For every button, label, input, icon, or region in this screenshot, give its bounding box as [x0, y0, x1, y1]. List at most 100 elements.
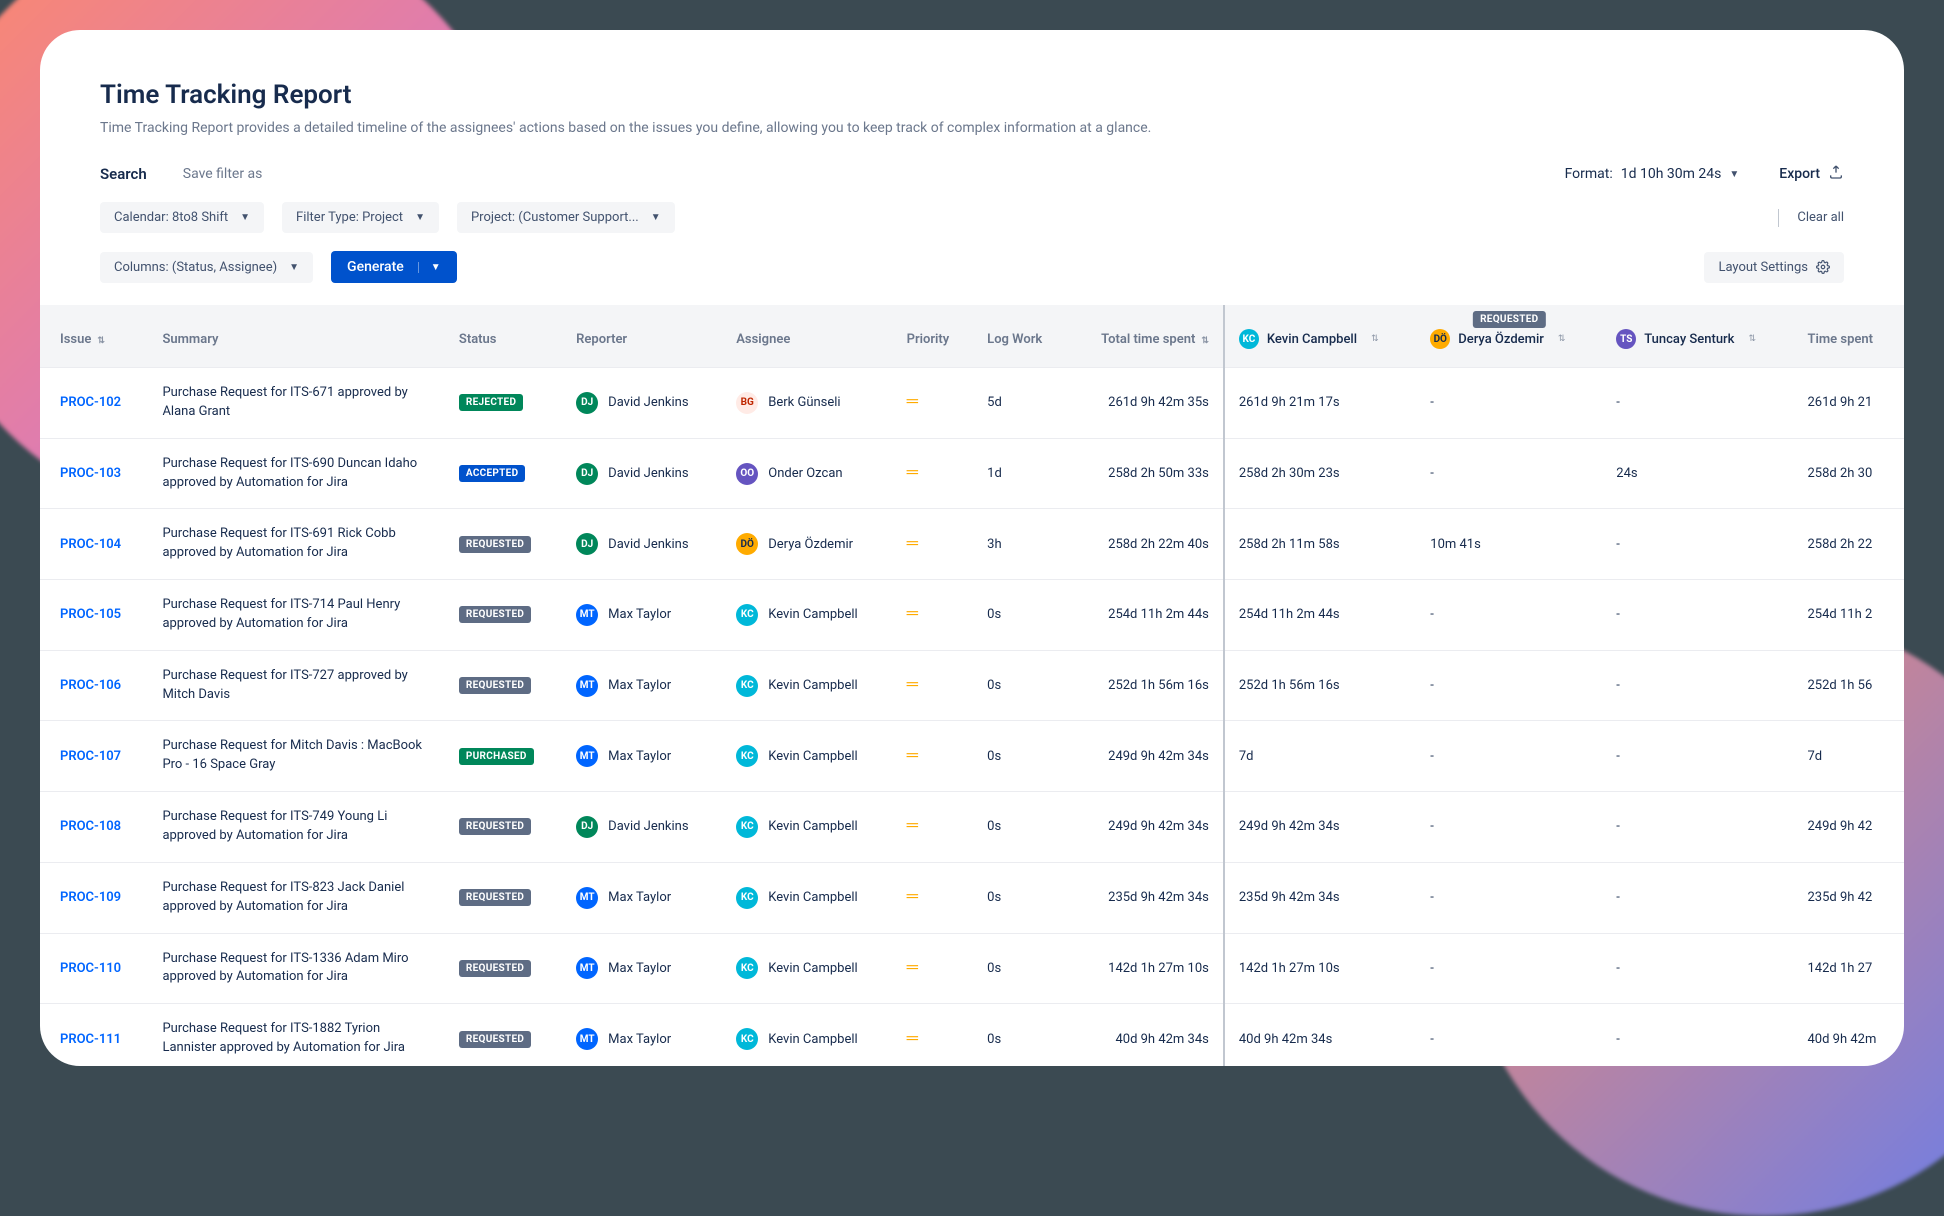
avatar: KC — [1239, 329, 1259, 349]
export-icon — [1828, 164, 1844, 184]
sort-icon: ⇅ — [1201, 336, 1209, 346]
cell-kc: 258d 2h 11m 58s — [1224, 509, 1416, 580]
cell-summary: Purchase Request for ITS-714 Paul Henry … — [148, 580, 444, 651]
cell-priority: ═ — [893, 580, 974, 651]
avatar: DJ — [576, 463, 598, 485]
cell-kc: 254d 11h 2m 44s — [1224, 580, 1416, 651]
status-badge: REQUESTED — [459, 889, 531, 906]
cell-issue: PROC-103 — [40, 438, 148, 509]
col-assignee-do[interactable]: REQUESTED DÖDerya Özdemir⇅ — [1416, 305, 1602, 368]
col-priority[interactable]: Priority — [893, 305, 974, 368]
priority-medium-icon: ═ — [907, 462, 918, 481]
priority-medium-icon: ═ — [907, 1028, 918, 1047]
cell-assignee: KCKevin Campbell — [722, 862, 892, 933]
cell-total: 252d 1h 56m 16s — [1068, 650, 1224, 721]
cell-logwork: 3h — [973, 509, 1068, 580]
issue-link[interactable]: PROC-103 — [60, 466, 121, 481]
cell-issue: PROC-111 — [40, 1004, 148, 1066]
cell-total: 142d 1h 27m 10s — [1068, 933, 1224, 1004]
export-button[interactable]: Export — [1779, 164, 1844, 184]
col-status[interactable]: Status — [445, 305, 562, 368]
report-table-wrap[interactable]: Issue⇅ Summary Status Reporter Assignee … — [40, 305, 1904, 1066]
layout-settings-button[interactable]: Layout Settings — [1704, 252, 1844, 283]
cell-priority: ═ — [893, 933, 974, 1004]
generate-button[interactable]: Generate ▼ — [331, 251, 457, 283]
format-dropdown[interactable]: Format: 1d 10h 30m 24s ▼ — [1565, 166, 1740, 182]
filter-type-filter[interactable]: Filter Type: Project ▼ — [282, 202, 439, 233]
cell-status: ACCEPTED — [445, 438, 562, 509]
col-assignee-kc[interactable]: KCKevin Campbell⇅ — [1224, 305, 1416, 368]
cell-summary: Purchase Request for ITS-671 approved by… — [148, 368, 444, 439]
cell-timespent: 142d 1h 27 — [1794, 933, 1905, 1004]
cell-issue: PROC-110 — [40, 933, 148, 1004]
chevron-down-icon: ▼ — [651, 212, 661, 223]
avatar: TS — [1616, 329, 1636, 349]
col-summary[interactable]: Summary — [148, 305, 444, 368]
cell-timespent: 40d 9h 42m — [1794, 1004, 1905, 1066]
cell-issue: PROC-108 — [40, 792, 148, 863]
cell-total: 258d 2h 50m 33s — [1068, 438, 1224, 509]
col-total[interactable]: Total time spent⇅ — [1068, 305, 1224, 368]
col-issue[interactable]: Issue⇅ — [40, 305, 148, 368]
cell-assignee: BGBerk Günseli — [722, 368, 892, 439]
report-card: Time Tracking Report Time Tracking Repor… — [40, 30, 1904, 1066]
cell-assignee: KCKevin Campbell — [722, 1004, 892, 1066]
cell-ts: - — [1602, 580, 1793, 651]
issue-link[interactable]: PROC-102 — [60, 395, 121, 410]
table-row: PROC-106 Purchase Request for ITS-727 ap… — [40, 650, 1904, 721]
issue-link[interactable]: PROC-104 — [60, 537, 121, 552]
avatar: KC — [736, 604, 758, 626]
col-assignee[interactable]: Assignee — [722, 305, 892, 368]
priority-medium-icon: ═ — [907, 815, 918, 834]
search-label[interactable]: Search — [100, 165, 147, 183]
cell-status: REQUESTED — [445, 580, 562, 651]
avatar: MT — [576, 745, 598, 767]
cell-total: 254d 11h 2m 44s — [1068, 580, 1224, 651]
cell-ts: 24s — [1602, 438, 1793, 509]
cell-status: PURCHASED — [445, 721, 562, 792]
cell-ts: - — [1602, 792, 1793, 863]
issue-link[interactable]: PROC-108 — [60, 819, 121, 834]
cell-timespent: 261d 9h 21 — [1794, 368, 1905, 439]
issue-link[interactable]: PROC-111 — [60, 1032, 121, 1047]
cell-timespent: 252d 1h 56 — [1794, 650, 1905, 721]
col-logwork[interactable]: Log Work — [973, 305, 1068, 368]
toolbar-primary: Search Save filter as Format: 1d 10h 30m… — [100, 164, 1844, 184]
filter-row-2: Columns: (Status, Assignee) ▼ Generate ▼… — [100, 251, 1844, 283]
cell-reporter: MTMax Taylor — [562, 721, 722, 792]
avatar: KC — [736, 887, 758, 909]
issue-link[interactable]: PROC-105 — [60, 607, 121, 622]
col-timespent[interactable]: Time spent — [1794, 305, 1905, 368]
cell-status: REQUESTED — [445, 933, 562, 1004]
clear-all-link[interactable]: Clear all — [1797, 210, 1844, 225]
cell-do: - — [1416, 721, 1602, 792]
cell-summary: Purchase Request for ITS-690 Duncan Idah… — [148, 438, 444, 509]
cell-status: REJECTED — [445, 368, 562, 439]
project-filter[interactable]: Project: (Customer Support... ▼ — [457, 202, 675, 233]
gear-icon — [1816, 260, 1830, 274]
col-reporter[interactable]: Reporter — [562, 305, 722, 368]
cell-do: - — [1416, 862, 1602, 933]
sort-icon: ⇅ — [97, 336, 105, 346]
table-row: PROC-109 Purchase Request for ITS-823 Ja… — [40, 862, 1904, 933]
priority-medium-icon: ═ — [907, 391, 918, 410]
columns-filter[interactable]: Columns: (Status, Assignee) ▼ — [100, 252, 313, 283]
cell-summary: Purchase Request for ITS-749 Young Li ap… — [148, 792, 444, 863]
cell-logwork: 0s — [973, 862, 1068, 933]
issue-link[interactable]: PROC-110 — [60, 961, 121, 976]
issue-link[interactable]: PROC-107 — [60, 749, 121, 764]
cell-issue: PROC-107 — [40, 721, 148, 792]
status-badge: REQUESTED — [459, 536, 531, 553]
calendar-filter[interactable]: Calendar: 8to8 Shift ▼ — [100, 202, 264, 233]
cell-status: REQUESTED — [445, 862, 562, 933]
cell-ts: - — [1602, 368, 1793, 439]
avatar: KC — [736, 816, 758, 838]
save-filter-link[interactable]: Save filter as — [183, 166, 263, 182]
issue-link[interactable]: PROC-106 — [60, 678, 121, 693]
status-badge: REQUESTED — [459, 606, 531, 623]
cell-reporter: MTMax Taylor — [562, 933, 722, 1004]
status-badge: ACCEPTED — [459, 465, 526, 482]
issue-link[interactable]: PROC-109 — [60, 890, 121, 905]
sort-icon: ⇅ — [1558, 334, 1566, 344]
col-assignee-ts[interactable]: TSTuncay Senturk⇅ — [1602, 305, 1793, 368]
